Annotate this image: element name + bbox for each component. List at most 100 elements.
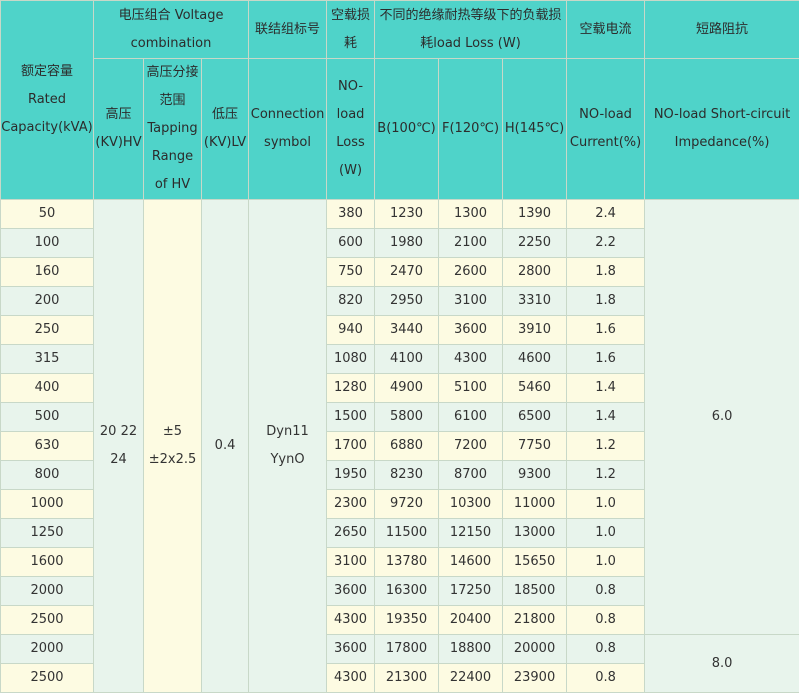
header-hv: 高压(KV)HV — [93, 58, 144, 200]
cell-load-loss-h: 21800 — [502, 605, 568, 635]
cell-noload-loss: 820 — [326, 286, 376, 316]
cell-load-loss-h: 7750 — [502, 431, 568, 461]
cell-load-loss-f: 7200 — [438, 431, 504, 461]
cell-noload-loss: 4300 — [326, 605, 376, 635]
cell-connection-merged: Dyn11 YynO — [248, 199, 328, 693]
cell-noload-current: 2.4 — [566, 199, 646, 229]
cell-load-loss-b: 17800 — [374, 634, 440, 664]
cell-noload-current: 1.8 — [566, 257, 646, 287]
cell-impedance-group-b: 8.0 — [644, 634, 799, 693]
cell-hv-merged: 20 22 24 — [93, 199, 144, 693]
cell-load-loss-b: 8230 — [374, 460, 440, 490]
cell-load-loss-b: 3440 — [374, 315, 440, 345]
table-row: 50 20 22 24 ±5 ±2x2.5 0.4 Dyn11 YynO 380 1230 1… — [0, 199, 799, 693]
cell-noload-loss: 2300 — [326, 489, 376, 519]
cell-noload-loss: 3100 — [326, 547, 376, 577]
cell-load-loss-f: 10300 — [438, 489, 504, 519]
cell-noload-current: 0.8 — [566, 634, 646, 664]
cell-load-loss-b: 9720 — [374, 489, 440, 519]
cell-load-loss-h: 15650 — [502, 547, 568, 577]
cell-noload-loss: 940 — [326, 315, 376, 345]
header-voltage-combination: 电压组合 Voltage combination — [92, 0, 250, 59]
header-short-circuit: NO-load Short-circuit Impedance(%) — [644, 58, 799, 200]
cell-load-loss-h: 2250 — [502, 228, 568, 258]
cell-impedance-group-a: 6.0 — [644, 199, 799, 635]
cell-load-loss-f: 4300 — [438, 344, 504, 374]
cell-noload-loss: 600 — [326, 228, 376, 258]
cell-tapping-merged: ±5 ±2x2.5 — [143, 199, 202, 693]
cell-capacity: 630 — [0, 431, 94, 461]
cell-load-loss-b: 16300 — [374, 576, 440, 606]
cell-noload-current: 0.8 — [566, 663, 646, 693]
cell-load-loss-f: 17250 — [438, 576, 504, 606]
header-connection-symbol-group: 联结组标号 — [248, 0, 328, 59]
header-load-loss-b: B(100℃) — [374, 58, 440, 200]
cell-noload-loss: 4300 — [326, 663, 376, 693]
cell-capacity: 250 — [0, 315, 94, 345]
cell-load-loss-h: 3910 — [502, 315, 568, 345]
header-lv: 低压(KV)LV — [200, 58, 250, 200]
header-load-loss-f: F(120℃) — [438, 58, 504, 200]
header-noload-loss-group: 空载损耗 — [326, 0, 376, 59]
cell-noload-loss: 3600 — [326, 634, 376, 664]
header-short-circuit-group: 短路阻抗 — [644, 0, 799, 59]
cell-load-loss-b: 11500 — [374, 518, 440, 548]
cell-noload-current: 1.2 — [566, 431, 646, 461]
cell-load-loss-b: 2470 — [374, 257, 440, 287]
cell-load-loss-f: 18800 — [438, 634, 504, 664]
cell-capacity: 2500 — [0, 663, 94, 693]
cell-noload-current: 0.8 — [566, 605, 646, 635]
cell-load-loss-h: 13000 — [502, 518, 568, 548]
cell-load-loss-b: 1980 — [374, 228, 440, 258]
cell-load-loss-f: 3100 — [438, 286, 504, 316]
cell-load-loss-h: 4600 — [502, 344, 568, 374]
header-noload-current: NO-load Current(%) — [566, 58, 646, 200]
cell-noload-current: 2.2 — [566, 228, 646, 258]
cell-noload-loss: 1080 — [326, 344, 376, 374]
header-load-loss-h: H(145℃) — [502, 58, 568, 200]
cell-noload-current: 1.4 — [566, 373, 646, 403]
cell-load-loss-b: 5800 — [374, 402, 440, 432]
cell-load-loss-b: 4100 — [374, 344, 440, 374]
cell-load-loss-h: 5460 — [502, 373, 568, 403]
cell-noload-current: 1.2 — [566, 460, 646, 490]
cell-load-loss-b: 21300 — [374, 663, 440, 693]
cell-load-loss-f: 12150 — [438, 518, 504, 548]
cell-capacity: 2000 — [0, 634, 94, 664]
header-connection-symbol: Connection symbol — [248, 58, 328, 200]
cell-load-loss-b: 13780 — [374, 547, 440, 577]
cell-load-loss-f: 6100 — [438, 402, 504, 432]
cell-noload-current: 1.0 — [566, 518, 646, 548]
cell-load-loss-f: 8700 — [438, 460, 504, 490]
cell-capacity: 315 — [0, 344, 94, 374]
cell-noload-current: 1.6 — [566, 344, 646, 374]
header-tapping-range: 高压分接范围 Tapping Range of HV — [143, 58, 202, 200]
cell-load-loss-f: 2600 — [438, 257, 504, 287]
cell-capacity: 800 — [0, 460, 94, 490]
cell-noload-current: 1.0 — [566, 547, 646, 577]
cell-load-loss-h: 18500 — [502, 576, 568, 606]
cell-load-loss-f: 22400 — [438, 663, 504, 693]
header-rated-capacity: 额定容量 Rated Capacity(kVA) — [0, 0, 94, 200]
cell-load-loss-h: 11000 — [502, 489, 568, 519]
cell-capacity: 500 — [0, 402, 94, 432]
header-noload-current-group: 空载电流 — [566, 0, 646, 59]
cell-load-loss-h: 2800 — [502, 257, 568, 287]
cell-noload-loss: 750 — [326, 257, 376, 287]
cell-capacity: 200 — [0, 286, 94, 316]
header-noload-loss: NO-load Loss (W) — [326, 58, 376, 200]
cell-load-loss-h: 6500 — [502, 402, 568, 432]
cell-load-loss-h: 9300 — [502, 460, 568, 490]
cell-load-loss-b: 4900 — [374, 373, 440, 403]
cell-load-loss-b: 19350 — [374, 605, 440, 635]
cell-load-loss-h: 3310 — [502, 286, 568, 316]
cell-noload-current: 1.8 — [566, 286, 646, 316]
cell-noload-loss: 1700 — [326, 431, 376, 461]
cell-capacity: 1000 — [0, 489, 94, 519]
cell-noload-loss: 3600 — [326, 576, 376, 606]
cell-load-loss-h: 23900 — [502, 663, 568, 693]
header-load-loss-group: 不同的绝缘耐热等级下的负载损耗load Loss (W) — [374, 0, 568, 59]
cell-noload-current: 1.4 — [566, 402, 646, 432]
cell-noload-loss: 1280 — [326, 373, 376, 403]
cell-noload-current: 1.0 — [566, 489, 646, 519]
